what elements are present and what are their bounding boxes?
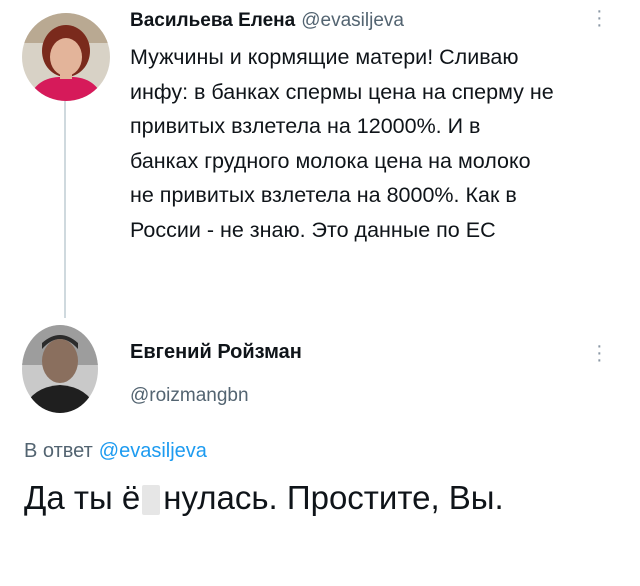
- reply-mention-link[interactable]: @evasiljeva: [99, 440, 207, 462]
- tweet-text-line: привитых взлетела на 12000%. И в: [130, 114, 481, 138]
- author-handle[interactable]: @evasiljeva: [301, 10, 404, 31]
- tweet-text-line: инфу: в банках спермы цена на сперму не: [130, 79, 554, 104]
- more-options-icon[interactable]: · · ·: [596, 1, 603, 35]
- tweet-text: Да ты ё нулась. Простите, Вы.: [24, 476, 504, 520]
- thread-connector-line: [64, 100, 66, 318]
- tweet-text-line: России - не знаю. Это данные по ЕС: [130, 217, 496, 242]
- tweet-text-line: не привитых взлетела на 8000%. Как в: [130, 183, 517, 207]
- avatar[interactable]: [22, 325, 98, 413]
- author-name[interactable]: Васильева Елена: [130, 10, 295, 31]
- author-handle[interactable]: @roizmangbn: [130, 385, 249, 407]
- author-name[interactable]: Евгений Ройзман: [130, 341, 302, 364]
- tweet-text-part: нулась. Простите, Вы.: [163, 479, 504, 516]
- more-options-icon[interactable]: · · ·: [596, 336, 603, 370]
- tweet-text: Мужчины и кормящие матери! Сливаю инфу: …: [130, 40, 625, 247]
- avatar[interactable]: [22, 13, 110, 101]
- tweet-text-line: Мужчины и кормящие матери! Сливаю: [130, 45, 519, 69]
- reply-prefix: В ответ: [24, 440, 93, 462]
- tweet-text-part: Да ты ё: [24, 479, 141, 516]
- tweet-text-line: банках грудного молока цена на молоко: [130, 148, 531, 173]
- reply-context: В ответ @evasiljeva: [24, 440, 207, 463]
- tweet-header: Васильева Елена @evasiljeva: [130, 10, 404, 32]
- censor-mark: [142, 485, 161, 516]
